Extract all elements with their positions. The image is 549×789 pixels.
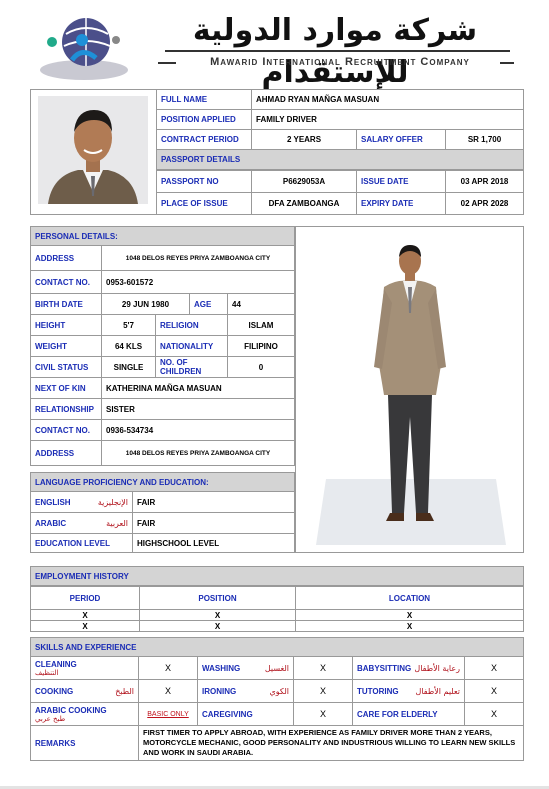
position-applied-value: FAMILY DRIVER [251, 109, 524, 130]
address-value: 1048 DELOS REYES PRIYA ZAMBOANGA CITY [101, 245, 295, 271]
address2-label: ADDRESS [30, 440, 102, 466]
place-of-issue-value: DFA ZAMBOANGA [251, 192, 357, 215]
full-name-value: AHMAD RYAN MAÑGA MASUAN [251, 89, 524, 110]
position-applied-label: POSITION APPLIED [156, 109, 252, 130]
height-label: HEIGHT [30, 314, 102, 336]
relationship-label: RELATIONSHIP [30, 398, 102, 420]
tutoring-value: X [464, 679, 524, 703]
passport-no-value: P6629053A [251, 170, 357, 193]
company-name-english: Mawarid International Recruitment Compan… [210, 56, 470, 68]
care-for-elderly-label: CARE FOR ELDERLY [352, 702, 465, 726]
employment-history-header: EMPLOYMENT HISTORY [30, 566, 524, 586]
passport-no-label: PASSPORT NO [156, 170, 252, 193]
arabic-label: ARABIC العربية [30, 512, 133, 534]
civil-status-value: SINGLE [101, 356, 156, 378]
personal-details-header: PERSONAL DETAILS: [30, 226, 295, 246]
employment-header-row: PERIOD POSITION LOCATION [30, 586, 524, 610]
nationality-value: FILIPINO [227, 335, 295, 357]
birth-date-value: 29 JUN 1980 [101, 293, 190, 315]
issue-date-label: ISSUE DATE [356, 170, 446, 193]
education-value: HIGHSCHOOL LEVEL [132, 533, 295, 553]
care-for-elderly-value: X [464, 702, 524, 726]
contact2-value: 0936-534734 [101, 419, 295, 441]
washing-value: X [293, 656, 353, 680]
height-value: 5'7 [101, 314, 156, 336]
age-value: 44 [227, 293, 295, 315]
position-cell: X [139, 609, 296, 621]
location-header: LOCATION [295, 586, 524, 610]
contact-value: 0953-601572 [101, 270, 295, 294]
religion-label: RELIGION [155, 314, 228, 336]
next-of-kin-label: NEXT OF KIN [30, 377, 102, 399]
contract-period-label: CONTRACT PERIOD [156, 129, 252, 150]
caregiving-label: CAREGIVING [197, 702, 294, 726]
address-label: ADDRESS [30, 245, 102, 271]
company-logo [36, 12, 132, 84]
age-label: AGE [189, 293, 228, 315]
civil-status-label: CIVIL STATUS [30, 356, 102, 378]
period-cell: X [30, 620, 140, 632]
logo-rule-right [500, 62, 514, 64]
education-label: EDUCATION LEVEL [30, 533, 133, 553]
english-label: ENGLISH الإنجليزية [30, 491, 133, 513]
arabic-cooking-value: BASIC ONLY [138, 702, 198, 726]
period-header: PERIOD [30, 586, 140, 610]
contact2-label: CONTACT NO. [30, 419, 102, 441]
contact-label: CONTACT NO. [30, 270, 102, 294]
issue-date-value: 03 APR 2018 [445, 170, 524, 193]
language-header: LANGUAGE PROFICIENCY AND EDUCATION: [30, 472, 295, 492]
babysitting-label: BABYSITTING رعاية الأطفال [352, 656, 465, 680]
location-cell: X [295, 620, 524, 632]
washing-label: WASHING الغسيل [197, 656, 294, 680]
full-body-photo [295, 226, 524, 553]
religion-value: ISLAM [227, 314, 295, 336]
babysitting-value: X [464, 656, 524, 680]
remarks-value: FIRST TIMER TO APPLY ABROAD, WITH EXPERI… [138, 725, 524, 761]
salary-offer-value: SR 1,700 [445, 129, 524, 150]
skills-header: SKILLS AND EXPERIENCE [30, 637, 524, 657]
table-row: X X X [30, 609, 524, 621]
position-cell: X [139, 620, 296, 632]
relationship-value: SISTER [101, 398, 295, 420]
position-header: POSITION [139, 586, 296, 610]
nationality-label: NATIONALITY [155, 335, 228, 357]
period-cell: X [30, 609, 140, 621]
remarks-label: REMARKS [30, 725, 139, 761]
address2-value: 1048 DELOS REYES PRIYA ZAMBOANGA CITY [101, 440, 295, 466]
children-value: 0 [227, 356, 295, 378]
place-of-issue-label: PLACE OF ISSUE [156, 192, 252, 215]
arabic-value: FAIR [132, 512, 295, 534]
location-cell: X [295, 609, 524, 621]
ironing-value: X [293, 679, 353, 703]
tutoring-label: TUTORING تعليم الأطفال [352, 679, 465, 703]
ironing-label: IRONING الكوي [197, 679, 294, 703]
children-label: NO. OF CHILDREN [155, 356, 228, 378]
weight-value: 64 KLS [101, 335, 156, 357]
next-of-kin-value: KATHERINA MAÑGA MASUAN [101, 377, 295, 399]
birth-date-label: BIRTH DATE [30, 293, 102, 315]
passport-details-header: PASSPORT DETAILS [156, 149, 524, 170]
company-name-arabic: شركة موارد الدولية للإستقدام [192, 13, 478, 90]
profile-photo [38, 96, 148, 204]
table-row: X X X [30, 620, 524, 632]
employment-table: PERIOD POSITION LOCATION X X X X X X [30, 586, 524, 632]
arabic-cooking-label: ARABIC COOKING طبخ عربي [30, 702, 139, 726]
english-value: FAIR [132, 491, 295, 513]
weight-label: WEIGHT [30, 335, 102, 357]
logo-rule [165, 50, 510, 52]
salary-offer-label: SALARY OFFER [356, 129, 446, 150]
cleaning-label: CLEANING التنظيف [30, 656, 139, 680]
full-name-label: FULL NAME [156, 89, 252, 110]
logo-rule-left [158, 62, 176, 64]
expiry-date-value: 02 APR 2028 [445, 192, 524, 215]
cooking-value: X [138, 679, 198, 703]
contract-period-value: 2 YEARS [251, 129, 357, 150]
expiry-date-label: EXPIRY DATE [356, 192, 446, 215]
caregiving-value: X [293, 702, 353, 726]
cooking-label: COOKING الطبخ [30, 679, 139, 703]
cleaning-value: X [138, 656, 198, 680]
